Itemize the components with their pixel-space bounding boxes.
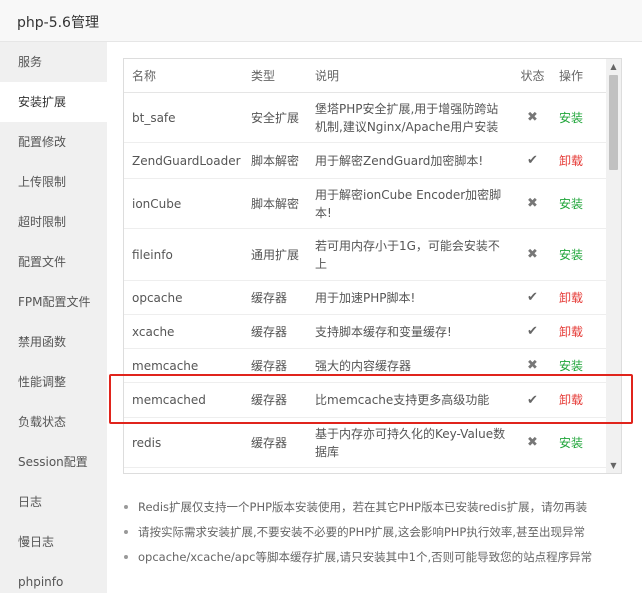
window-titlebar: php-5.6管理 — [0, 0, 642, 42]
ext-type: 缓存器 — [243, 314, 307, 349]
ext-name: ZendGuardLoader — [124, 142, 243, 179]
ext-type: 缓存器 — [243, 382, 307, 418]
ext-name: opcache — [124, 280, 243, 315]
sidebar-item-timeout-limit[interactable]: 超时限制 — [0, 202, 107, 242]
install-link[interactable]: 安装 — [559, 359, 583, 373]
not-installed-icon: ✖ — [527, 196, 538, 211]
sidebar-item-service[interactable]: 服务 — [0, 42, 107, 82]
ext-desc: 支持脚本缓存和变量缓存! — [307, 314, 514, 349]
col-header-action: 操作 — [551, 59, 606, 93]
installed-check-icon: ✔ — [527, 392, 538, 408]
extensions-table: 名称 类型 说明 状态 操作 bt_safe 安全扩展 堡塔PHP安全扩展,用于… — [124, 59, 606, 473]
table-row: fileinfo 通用扩展 若可用内存小于1G，可能会安装不上 ✖ 安装 — [124, 228, 606, 281]
uninstall-link[interactable]: 卸载 — [559, 393, 583, 407]
table-row: xcache 缓存器 支持脚本缓存和变量缓存! ✔ 卸载 — [124, 314, 606, 349]
scroll-up-arrow-icon[interactable]: ▲ — [606, 59, 621, 74]
note-item: Redis扩展仅支持一个PHP版本安装使用，若在其它PHP版本已安装redis扩… — [123, 497, 623, 522]
not-installed-icon: ✖ — [527, 110, 538, 125]
sidebar-item-config-file[interactable]: 配置文件 — [0, 242, 107, 282]
ext-name: memcached — [124, 382, 243, 418]
install-link[interactable]: 安装 — [559, 111, 583, 125]
ext-name: xcache — [124, 314, 243, 349]
sidebar-item-phpinfo[interactable]: phpinfo — [0, 562, 107, 602]
table-header-row: 名称 类型 说明 状态 操作 — [124, 59, 606, 93]
ext-desc: 用于加速PHP脚本! — [307, 280, 514, 315]
not-installed-icon: ✖ — [527, 358, 538, 373]
ext-desc: 用于解密ionCube Encoder加密脚本! — [307, 178, 514, 229]
sidebar-item-slow-log[interactable]: 慢日志 — [0, 522, 107, 562]
sidebar-item-install-extensions[interactable]: 安装扩展 — [0, 82, 107, 122]
ext-desc: 若可用内存小于1G，可能会安装不上 — [307, 228, 514, 281]
table-row: redis 缓存器 基于内存亦可持久化的Key-Value数据库 ✖ 安装 — [124, 417, 606, 468]
ext-type: 脚本解密 — [243, 142, 307, 179]
table-row: ZendGuardLoader 脚本解密 用于解密ZendGuard加密脚本! … — [124, 142, 606, 179]
extensions-table-container: 名称 类型 说明 状态 操作 bt_safe 安全扩展 堡塔PHP安全扩展,用于… — [123, 58, 622, 474]
ext-desc: 强大的内容缓存器 — [307, 348, 514, 383]
sidebar-item-config-edit[interactable]: 配置修改 — [0, 122, 107, 162]
sidebar-item-log[interactable]: 日志 — [0, 482, 107, 522]
ext-type: 脚本解密 — [243, 178, 307, 229]
ext-type: 安全扩展 — [243, 92, 307, 143]
table-row: memcache 缓存器 强大的内容缓存器 ✖ 安装 — [124, 348, 606, 383]
install-link[interactable]: 安装 — [559, 197, 583, 211]
not-installed-icon: ✖ — [527, 435, 538, 450]
ext-desc: 堡塔PHP安全扩展,用于增强防跨站机制,建议Nginx/Apache用户安装 — [307, 92, 514, 143]
installed-check-icon: ✔ — [527, 324, 538, 339]
ext-type: 通用扩展 — [243, 228, 307, 281]
table-scrollbar[interactable]: ▲ ▼ — [606, 59, 621, 473]
ext-name: redis — [124, 417, 243, 468]
ext-name: bt_safe — [124, 92, 243, 143]
col-header-type: 类型 — [243, 59, 307, 93]
sidebar-item-disabled-functions[interactable]: 禁用函数 — [0, 322, 107, 362]
window-title: php-5.6管理 — [17, 15, 99, 31]
ext-desc: 基于内存亦可持久化的Key-Value数据库 — [307, 417, 514, 468]
install-link[interactable]: 安装 — [559, 248, 583, 262]
ext-name: fileinfo — [124, 228, 243, 281]
table-row: ionCube 脚本解密 用于解密ionCube Encoder加密脚本! ✖ … — [124, 178, 606, 229]
table-row: opcache 缓存器 用于加速PHP脚本! ✔ 卸载 — [124, 280, 606, 315]
table-row: bt_safe 安全扩展 堡塔PHP安全扩展,用于增强防跨站机制,建议Nginx… — [124, 92, 606, 143]
sidebar-item-load-status[interactable]: 负载状态 — [0, 402, 107, 442]
sidebar-item-session-config[interactable]: Session配置 — [0, 442, 107, 482]
note-item: opcache/xcache/apc等脚本缓存扩展,请只安装其中1个,否则可能导… — [123, 547, 623, 572]
note-item: 请按实际需求安装扩展,不要安装不必要的PHP扩展,这会影响PHP执行效率,甚至出… — [123, 522, 623, 547]
ext-name: memcache — [124, 348, 243, 383]
uninstall-link[interactable]: 卸载 — [559, 325, 583, 339]
col-header-status: 状态 — [514, 59, 551, 93]
ext-desc: 比memcache支持更多高级功能 — [307, 382, 514, 418]
ext-desc: 用于解密ZendGuard加密脚本! — [307, 142, 514, 179]
scroll-down-arrow-icon[interactable]: ▼ — [606, 458, 621, 473]
scrollbar-thumb[interactable] — [609, 75, 618, 170]
col-header-name: 名称 — [124, 59, 243, 93]
sidebar: 服务 安装扩展 配置修改 上传限制 超时限制 配置文件 FPM配置文件 禁用函数… — [0, 42, 107, 593]
ext-type: 缓存器 — [243, 417, 307, 468]
sidebar-item-fpm-config[interactable]: FPM配置文件 — [0, 282, 107, 322]
ext-name: ionCube — [124, 178, 243, 229]
install-link[interactable]: 安装 — [559, 436, 583, 450]
sidebar-item-upload-limit[interactable]: 上传限制 — [0, 162, 107, 202]
uninstall-link[interactable]: 卸载 — [559, 291, 583, 305]
ext-type: 缓存器 — [243, 280, 307, 315]
installed-check-icon: ✔ — [527, 153, 538, 168]
col-header-desc: 说明 — [307, 59, 514, 93]
table-row — [124, 467, 606, 473]
uninstall-link[interactable]: 卸载 — [559, 154, 583, 168]
not-installed-icon: ✖ — [527, 247, 538, 262]
notes-list: Redis扩展仅支持一个PHP版本安装使用，若在其它PHP版本已安装redis扩… — [123, 497, 623, 572]
ext-type: 缓存器 — [243, 348, 307, 383]
installed-check-icon: ✔ — [527, 290, 538, 305]
sidebar-item-performance[interactable]: 性能调整 — [0, 362, 107, 402]
table-row: memcached 缓存器 比memcache支持更多高级功能 ✔ 卸载 — [124, 382, 606, 418]
